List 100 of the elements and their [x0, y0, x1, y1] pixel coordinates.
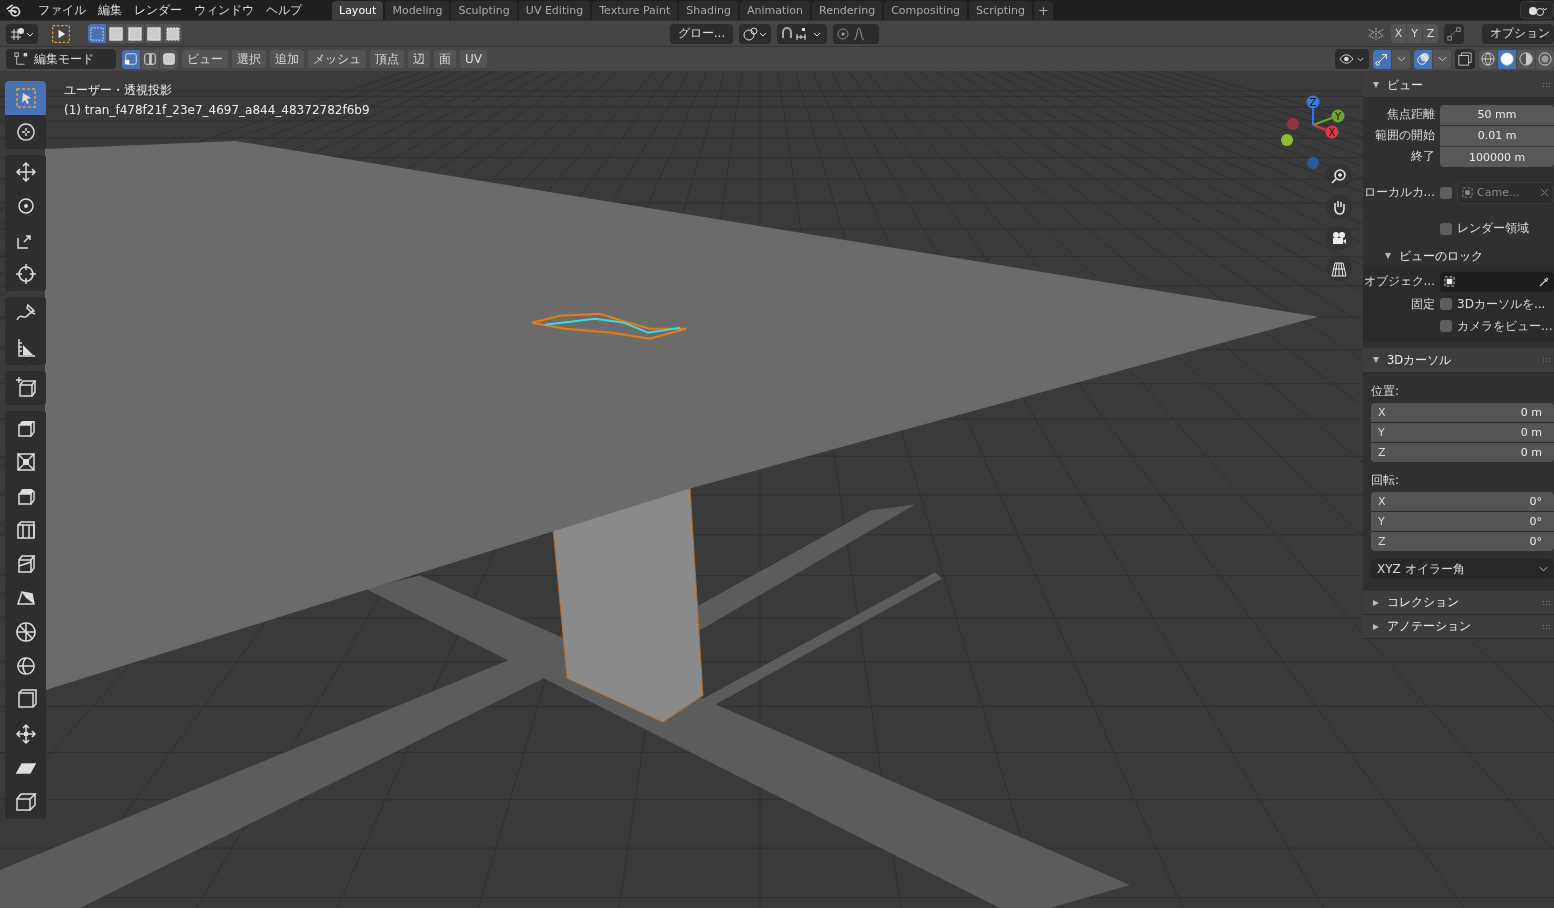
- number-field[interactable]: Y 0 m: [1371, 423, 1554, 442]
- select-box-icon[interactable]: [50, 23, 72, 44]
- snapping-button[interactable]: [777, 23, 828, 44]
- panel-header[interactable]: コレクション: [1363, 591, 1554, 615]
- lock-checkbox[interactable]: カメラをビュー...: [1440, 317, 1553, 335]
- select-element-icon: [124, 52, 138, 66]
- mode-dropdown[interactable]: 編集モード: [6, 49, 116, 69]
- render-region-checkbox[interactable]: レンダー領域: [1440, 220, 1529, 237]
- mirror-axis-toggle[interactable]: Y: [1407, 24, 1422, 43]
- field-label: 焦点距離: [1386, 106, 1436, 123]
- number-field[interactable]: Z 0 m: [1371, 443, 1554, 462]
- shading-mode-button[interactable]: [1517, 49, 1535, 69]
- negative-axis-dot[interactable]: [1281, 134, 1293, 146]
- header-menu[interactable]: ビュー: [182, 50, 228, 68]
- edit-mode-icon: [14, 52, 28, 66]
- menu-item[interactable]: ヘルプ: [260, 1, 308, 19]
- header-menu[interactable]: 頂点: [370, 50, 404, 68]
- menu-item[interactable]: ウィンドウ: [188, 1, 260, 19]
- panel-header[interactable]: 3Dカーソル: [1363, 348, 1554, 373]
- number-field[interactable]: X 0 m: [1371, 403, 1554, 422]
- open-box-icon: [13, 790, 38, 814]
- subpanel-header[interactable]: ビューのロック: [1363, 245, 1554, 267]
- transform-orientation-dropdown[interactable]: グロー...: [669, 23, 734, 44]
- select-element-button[interactable]: [141, 49, 159, 69]
- overlapping-circles-icon: [1416, 52, 1430, 66]
- gizmo-toggle[interactable]: [1373, 49, 1391, 69]
- object-field[interactable]: [1440, 271, 1554, 292]
- workspace-tab[interactable]: Sculpting: [451, 1, 517, 20]
- shading-mode-button[interactable]: [1498, 49, 1516, 69]
- workspace-tab[interactable]: Modeling: [385, 1, 450, 20]
- panel-title: 3Dカーソル: [1387, 352, 1452, 368]
- grid-icon: [1331, 261, 1347, 277]
- mirror-axis-toggle[interactable]: X: [1391, 24, 1406, 43]
- header-menu[interactable]: メッシュ: [308, 50, 366, 68]
- butterfly-icon[interactable]: [1367, 25, 1385, 42]
- axis-label: Y: [1334, 110, 1342, 122]
- header-menu[interactable]: 追加: [270, 50, 304, 68]
- number-field[interactable]: 0.01 m: [1440, 125, 1554, 146]
- negative-axis-dot[interactable]: [1307, 157, 1319, 169]
- selection-mode-button[interactable]: [126, 24, 144, 43]
- menu-item[interactable]: 編集: [92, 1, 128, 19]
- editor-type-button[interactable]: [6, 23, 38, 44]
- workspace-tab[interactable]: Animation: [739, 1, 810, 20]
- gizmo-arrow-icon: [1375, 52, 1389, 66]
- selection-mode-icon: [128, 26, 142, 41]
- workspace-tab[interactable]: Compositing: [884, 1, 968, 20]
- workspace-tab[interactable]: Scripting: [969, 1, 1033, 20]
- selection-mode-icon: [147, 26, 161, 41]
- workspace-tab[interactable]: Rendering: [812, 1, 883, 20]
- select-element-button[interactable]: [160, 49, 178, 69]
- selection-mode-button[interactable]: [88, 24, 106, 43]
- add-workspace-button[interactable]: +: [1034, 1, 1053, 20]
- selection-mode-icon: [109, 26, 123, 41]
- overlay-toggle[interactable]: [1414, 49, 1432, 69]
- eyedropper-icon[interactable]: [1539, 276, 1550, 287]
- menu-item[interactable]: レンダー: [128, 1, 188, 19]
- menu-item[interactable]: ファイル: [32, 1, 92, 19]
- lock-checkbox[interactable]: 3Dカーソルを...: [1440, 295, 1546, 313]
- mirror-axis-toggle[interactable]: Z: [1423, 24, 1438, 43]
- number-field[interactable]: Y 0°: [1371, 512, 1554, 531]
- number-field[interactable]: 50 mm: [1440, 104, 1554, 125]
- number-field[interactable]: Z 0°: [1371, 532, 1554, 551]
- pivot-point-icon: [742, 25, 769, 42]
- header-menu[interactable]: UV: [460, 50, 487, 68]
- selection-mode-button[interactable]: [107, 24, 125, 43]
- section-label: 位置:: [1371, 383, 1401, 400]
- auto-merge-button[interactable]: [1444, 23, 1464, 44]
- workspace-tab[interactable]: Layout: [332, 1, 384, 20]
- workspace-tab[interactable]: UV Editing: [518, 1, 591, 20]
- camera-icon: [1331, 230, 1347, 246]
- panel-header[interactable]: アノテーション: [1363, 615, 1554, 639]
- axis-label: Z: [1309, 96, 1317, 108]
- number-field[interactable]: 100000 m: [1440, 146, 1554, 167]
- pivot-point-button[interactable]: [739, 23, 772, 44]
- header-menu[interactable]: 辺: [408, 50, 430, 68]
- workspace-tab[interactable]: Shading: [679, 1, 738, 20]
- shading-mode-button[interactable]: [1479, 49, 1497, 69]
- scene-selector[interactable]: [1520, 1, 1554, 19]
- number-field[interactable]: X 0°: [1371, 492, 1554, 511]
- negative-axis-dot[interactable]: [1287, 118, 1299, 130]
- panel-header[interactable]: ビュー: [1363, 73, 1554, 98]
- select-element-icon: [162, 52, 176, 66]
- field-label: ローカルカ...: [1363, 184, 1436, 201]
- selection-mode-button[interactable]: [145, 24, 163, 43]
- selection-mode-icon: [90, 26, 104, 41]
- selection-mode-button[interactable]: [164, 24, 182, 43]
- header-menu[interactable]: 選択: [232, 50, 266, 68]
- field-label: オブジェク...: [1363, 273, 1436, 290]
- rotation-mode-dropdown[interactable]: XYZ オイラー角: [1371, 559, 1554, 579]
- workspace-tab[interactable]: Texture Paint: [592, 1, 678, 20]
- proportional-editing-button[interactable]: [833, 23, 880, 44]
- options-dropdown[interactable]: オプション: [1482, 23, 1554, 44]
- visibility-button[interactable]: [1335, 49, 1369, 69]
- hand-icon: [1331, 199, 1347, 215]
- x-ray-button[interactable]: [1455, 49, 1475, 69]
- select-element-button[interactable]: [122, 49, 140, 69]
- shading-mode-button[interactable]: [1536, 49, 1554, 69]
- blender-logo-icon[interactable]: [5, 3, 22, 17]
- header-menu[interactable]: 面: [434, 50, 456, 68]
- panel-title: アノテーション: [1387, 619, 1471, 634]
